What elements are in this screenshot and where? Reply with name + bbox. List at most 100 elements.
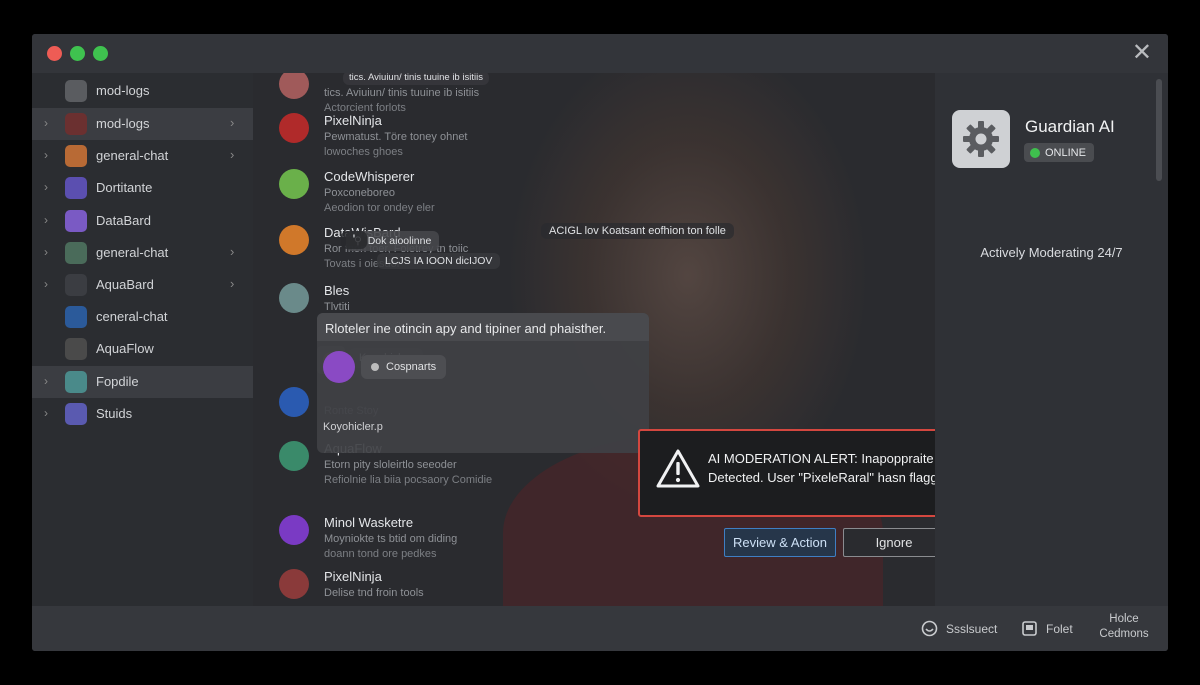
chevron-right-icon[interactable]: › [44,180,48,194]
sidebar-item[interactable]: AquaFlow [32,333,253,365]
chevron-right-icon[interactable]: › [230,276,234,291]
message-text: lowoches ghoes [324,146,403,158]
sidebar-item[interactable]: ceneral-chat [32,301,253,333]
sidebar-item[interactable]: › general-chat › [32,237,253,269]
message-author[interactable]: Bles [324,283,349,298]
message-author[interactable]: CodeWhisperer [324,169,414,184]
footer-item-subject[interactable]: Ssslsuect [921,620,997,637]
chevron-right-icon[interactable]: › [44,245,48,259]
warning-icon [656,449,700,488]
sidebar-item-label: mod-logs [96,116,150,131]
reaction-popup-title: Dok aioolinne [367,235,432,247]
user-avatar[interactable] [279,283,309,313]
scrollbar[interactable] [1156,79,1162,181]
user-avatar[interactable] [279,169,309,199]
maximize-window-button[interactable] [93,46,108,61]
sidebar-item[interactable]: › general-chat › [32,140,253,172]
footer-help-line1: Holce [1109,613,1139,625]
bot-avatar [952,110,1010,168]
message-preview-card: Rloteler ine otincin apy and tipiner and… [317,313,649,453]
edit-icon[interactable]: ' [341,231,367,249]
chevron-right-icon[interactable]: › [44,277,48,291]
sidebar-item[interactable]: mod-logs [32,75,253,107]
app-window: ✕ mod-logs › mod-logs › › general-chat › › Dorti… [32,34,1168,651]
headset-icon [921,620,938,637]
bot-profile-panel: Guardian AI ONLINE Actively Moderating 2… [935,73,1168,606]
hover-preview-text: tics. Aviuiun/ tinis tuuine ib isitiis [349,73,483,83]
sidebar-item[interactable]: › Dortitante [32,172,253,204]
sidebar-item-label: AquaFlow [96,341,154,356]
gear-icon [963,121,999,157]
message-author[interactable]: Minol Wasketre [324,515,413,530]
footer-item-folder[interactable]: Folet [1021,620,1073,637]
close-icon[interactable]: ✕ [1132,40,1152,66]
chevron-right-icon[interactable]: › [230,115,234,130]
dark-avatar-icon [65,113,87,135]
orange-avatar-icon [65,145,87,167]
online-dot-icon [1030,147,1040,158]
message-text: Moyniokte ts btid om diding [324,533,458,545]
close-window-button[interactable] [47,46,62,61]
user-avatar[interactable] [279,73,309,99]
chevron-right-icon[interactable]: › [44,374,48,388]
message-text: tics. Aviuiun/ tinis tuuine ib isitiis [324,87,480,99]
chevron-right-icon[interactable]: › [44,148,48,162]
user-avatar[interactable] [279,387,309,417]
bot-name: Guardian AI [1025,117,1115,136]
violet-app-icon [65,210,87,232]
footer-item-subject-label: Ssslsuect [946,621,998,636]
status-badge: ONLINE [1024,143,1094,162]
star-avatar-icon [65,338,87,360]
folder-icon [1022,621,1037,636]
message-hover-text: ACIGL lov Koatsant eofhion ton folle [541,223,734,239]
sidebar-item[interactable]: › Stuids [32,398,253,430]
message-text: Etorn pity sloleirtlo seeoder [324,459,457,471]
message-author[interactable]: PixelNinja [324,113,382,128]
bot-tagline: Actively Moderating 24/7 [980,245,1123,260]
purple-app-icon [65,177,87,199]
reaction-popup-subtitle: LCJS IA IOON dicIJOV [377,253,501,269]
status-dot-icon [371,363,379,371]
chevron-right-icon[interactable]: › [230,147,234,162]
channel-sidebar: mod-logs › mod-logs › › general-chat › › Dortita… [32,73,253,606]
user-avatar[interactable] [279,441,309,471]
footer-help[interactable]: Holce Cedmons [1094,612,1154,642]
shield-avatar-icon [65,80,87,102]
user-avatar[interactable] [279,569,309,599]
user-avatar[interactable] [279,113,309,143]
message-text: Refiolnie lia biia pocsaory Comidie [324,474,493,486]
message-text: Tlvtiti [324,301,350,313]
sidebar-item[interactable]: › DataBard [32,205,253,237]
mask-avatar-icon [65,274,87,296]
preview-footer-line: Koyohicler.p [323,421,383,433]
sidebar-item-label: Dortitante [96,180,153,195]
sidebar-item[interactable]: › AquaBard › [32,269,253,301]
sidebar-item[interactable]: › Fopdile [32,366,253,398]
message-hover-line: ACIGL lov Koatsant eofhion ton folle [549,225,726,237]
message-text: Aeodion tor ondey eler [324,202,435,214]
r-logo-icon [65,306,87,328]
review-action-button[interactable]: Review & Action [724,528,836,557]
chevron-right-icon[interactable]: › [44,213,48,227]
user-pill[interactable]: Cospnarts [361,355,447,379]
people-app-icon [65,403,87,425]
chevron-right-icon[interactable]: › [44,116,48,130]
sidebar-item-label: Fopdile [96,374,139,389]
message-author[interactable]: PixelNinja [324,569,382,584]
title-bar: ✕ [32,34,1168,73]
chevron-right-icon[interactable]: › [230,244,234,259]
moderation-alert: AI MODERATION ALERT: Inapoppraite Conten… [638,429,935,517]
sidebar-item-label: general-chat [96,148,169,163]
user-avatar[interactable] [279,225,309,255]
message-text: doann tond ore pedkes [324,548,437,560]
footer-item-folder-label: Folet [1046,621,1073,636]
sidebar-item-label: general-chat [96,245,169,260]
minimize-window-button[interactable] [70,46,85,61]
reaction-popup-sub-text: LCJS IA IOON dicIJOV [385,255,493,267]
ignore-button[interactable]: Ignore [843,528,935,557]
chevron-right-icon[interactable]: › [44,406,48,420]
user-avatar[interactable] [279,515,309,545]
sidebar-item[interactable]: › mod-logs › [32,108,253,140]
status-label: ONLINE [1045,146,1086,159]
preview-avatar [323,351,355,383]
